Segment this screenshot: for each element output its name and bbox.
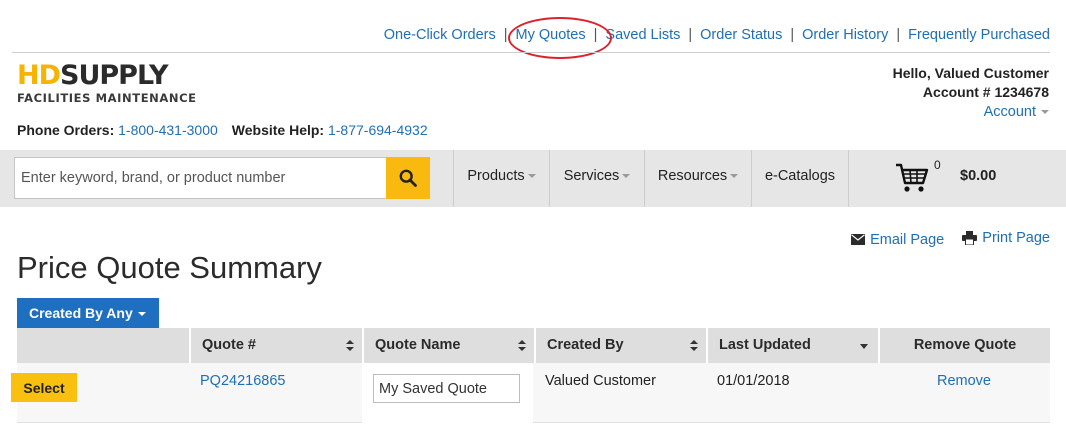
account-number: Account # 1234678 bbox=[922, 84, 1049, 100]
nav-resources[interactable]: Resources bbox=[644, 150, 751, 207]
phone-orders-number[interactable]: 1-800-431-3000 bbox=[118, 122, 218, 138]
remove-quote-link[interactable]: Remove bbox=[937, 373, 991, 389]
separator: | bbox=[896, 27, 901, 43]
utility-links: One-Click Orders | My Quotes | Saved Lists | O… bbox=[384, 27, 1050, 43]
separator: | bbox=[593, 27, 598, 43]
sort-icon bbox=[690, 340, 698, 351]
nav-ecatalogs[interactable]: e-Catalogs bbox=[751, 150, 848, 207]
created-by-filter-dropdown[interactable]: Created By Any bbox=[17, 298, 159, 328]
email-page-link[interactable]: Email Page bbox=[851, 232, 944, 248]
header-created-by[interactable]: Created By bbox=[534, 328, 706, 363]
separator: | bbox=[503, 27, 508, 43]
table-row: PQ24216865 Valued Customer 01/01/2018 Re… bbox=[17, 363, 1050, 423]
quotes-table: Quote # Quote Name Created By Last Updat… bbox=[17, 328, 1050, 423]
header-quote-name[interactable]: Quote Name bbox=[362, 328, 534, 363]
website-help-number[interactable]: 1-877-694-4932 bbox=[328, 122, 428, 138]
main-nav-bar: Products Services Resources e-Catalogs 0… bbox=[0, 150, 1066, 207]
sort-descending-icon bbox=[860, 344, 868, 349]
nav-services[interactable]: Services bbox=[549, 150, 644, 207]
search-icon bbox=[399, 169, 417, 187]
header-quote-num[interactable]: Quote # bbox=[189, 328, 362, 363]
separator: | bbox=[688, 27, 693, 43]
search-button[interactable] bbox=[386, 157, 430, 199]
chevron-down-icon bbox=[730, 174, 739, 179]
created-by-cell: Valued Customer bbox=[545, 373, 656, 389]
order-status-link[interactable]: Order Status bbox=[700, 27, 782, 43]
shopping-cart-icon bbox=[896, 163, 929, 192]
account-panel: Hello, Valued Customer Account # 1234678… bbox=[893, 64, 1049, 122]
account-menu[interactable]: Account bbox=[893, 102, 1049, 122]
page-title: Price Quote Summary bbox=[17, 250, 322, 285]
hd-supply-logo[interactable]: HDSUPPLY FACILITIES MAINTENANCE bbox=[17, 60, 197, 106]
sort-icon bbox=[518, 340, 526, 351]
logo-tagline: FACILITIES MAINTENANCE bbox=[17, 91, 197, 105]
frequently-purchased-link[interactable]: Frequently Purchased bbox=[908, 27, 1050, 43]
my-quotes-link[interactable]: My Quotes bbox=[516, 27, 586, 43]
separator: | bbox=[790, 27, 795, 43]
cart-count: 0 bbox=[934, 158, 941, 172]
order-history-link[interactable]: Order History bbox=[802, 27, 888, 43]
cart-total: $0.00 bbox=[960, 168, 997, 184]
header-select-col bbox=[17, 328, 189, 363]
nav-products[interactable]: Products bbox=[453, 150, 549, 207]
header-last-updated[interactable]: Last Updated bbox=[706, 328, 878, 363]
quote-number-link[interactable]: PQ24216865 bbox=[200, 373, 285, 389]
website-help-label: Website Help: bbox=[231, 122, 325, 138]
one-click-orders-link[interactable]: One-Click Orders bbox=[384, 27, 496, 43]
chevron-down-icon bbox=[1041, 110, 1049, 115]
saved-lists-link[interactable]: Saved Lists bbox=[605, 27, 680, 43]
envelope-icon bbox=[851, 234, 866, 245]
contact-line: Phone Orders: 1-800-431-3000 Website Help… bbox=[17, 122, 428, 138]
header-remove-quote: Remove Quote bbox=[878, 328, 1050, 363]
table-header: Quote # Quote Name Created By Last Updat… bbox=[17, 328, 1050, 363]
chevron-down-icon bbox=[622, 174, 631, 179]
logo-wordmark: HDSUPPLY bbox=[17, 60, 169, 91]
quote-name-input[interactable] bbox=[373, 374, 520, 403]
print-page-link[interactable]: Print Page bbox=[962, 230, 1050, 246]
cart-button[interactable]: 0 $0.00 bbox=[848, 150, 1066, 207]
printer-icon bbox=[962, 231, 978, 245]
select-quote-button[interactable]: Select bbox=[11, 373, 77, 402]
page-actions: Email Page Print Page bbox=[837, 230, 1050, 249]
search-input[interactable] bbox=[14, 157, 387, 199]
last-updated-cell: 01/01/2018 bbox=[717, 373, 790, 389]
account-menu-label[interactable]: Account bbox=[984, 104, 1036, 120]
header-divider bbox=[12, 52, 1050, 53]
greeting-text: Hello, Valued Customer bbox=[892, 65, 1049, 81]
chevron-down-icon bbox=[527, 174, 536, 179]
phone-orders-label: Phone Orders: bbox=[17, 122, 115, 138]
sort-icon bbox=[346, 340, 354, 351]
chevron-down-icon bbox=[137, 312, 146, 317]
